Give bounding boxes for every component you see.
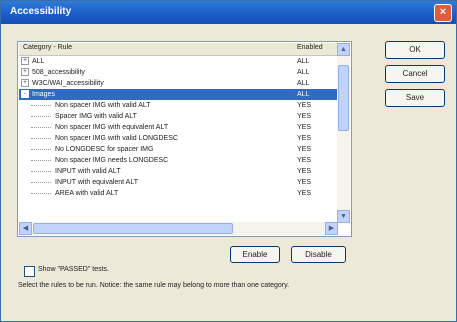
rule-label: AREA with valid ALT (55, 190, 119, 197)
scroll-right-icon[interactable]: ▶ (325, 222, 338, 235)
list-item[interactable]: + W3C/WAI_accessibility ALL (19, 78, 339, 89)
list-item[interactable]: Non spacer IMG with equivalent ALT YES (19, 122, 339, 133)
list-header: Category - Rule Enabled (19, 43, 339, 56)
rule-name: Non spacer IMG with equivalent ALT (19, 122, 168, 133)
rule-name: AREA with valid ALT (19, 188, 118, 199)
column-header-category[interactable]: Category - Rule (23, 44, 72, 51)
list-item[interactable]: - Images ALL (19, 89, 339, 100)
enabled-value: YES (297, 168, 312, 175)
tree-connector (31, 137, 51, 139)
title-bar[interactable]: Accessibility × (1, 1, 456, 24)
rule-name: Non spacer IMG with valid ALT (19, 100, 151, 111)
list-item[interactable]: Non spacer IMG needs LONGDESC YES (19, 155, 339, 166)
vertical-scroll-thumb[interactable] (338, 65, 349, 131)
disable-button[interactable]: Disable (291, 246, 346, 263)
rule-label: INPUT with equivalent ALT (55, 179, 139, 186)
list-item[interactable]: Non spacer IMG with valid LONGDESC YES (19, 133, 339, 144)
rule-name: INPUT with valid ALT (19, 166, 121, 177)
column-header-enabled[interactable]: Enabled (297, 44, 323, 51)
rule-label: Non spacer IMG needs LONGDESC (55, 157, 169, 164)
list-item[interactable]: Spacer IMG with valid ALT YES (19, 111, 339, 122)
tree-connector (31, 192, 51, 194)
tree-connector (31, 115, 51, 117)
rule-name: Non spacer IMG with valid LONGDESC (19, 133, 178, 144)
list-rows: + ALL ALL +508_accessibility ALL + W3C/WAI_acc… (19, 56, 339, 199)
rule-name: INPUT with equivalent ALT (19, 177, 138, 188)
show-passed-label: Show "PASSED" tests. (38, 266, 109, 273)
rule-name: No LONGDESC for spacer IMG (19, 144, 153, 155)
enabled-value: ALL (297, 58, 310, 65)
enabled-value: YES (297, 146, 312, 153)
expand-icon[interactable]: + (21, 79, 29, 88)
instructions-text: Select the rules to be run. Notice: the … (18, 282, 290, 289)
horizontal-scroll-thumb[interactable] (33, 223, 233, 234)
list-item[interactable]: AREA with valid ALT YES (19, 188, 339, 199)
rule-label: INPUT with valid ALT (55, 168, 121, 175)
rule-label: Non spacer IMG with valid ALT (55, 102, 151, 109)
enabled-value: YES (297, 124, 312, 131)
enabled-value: YES (297, 135, 312, 142)
cancel-button[interactable]: Cancel (385, 65, 445, 83)
rule-name: + W3C/WAI_accessibility (19, 78, 104, 89)
tree-connector (31, 159, 51, 161)
scroll-up-icon[interactable]: ▲ (337, 43, 350, 56)
vertical-scrollbar[interactable]: ▲ ▼ (337, 43, 350, 223)
list-item[interactable]: Non spacer IMG with valid ALT YES (19, 100, 339, 111)
list-item[interactable]: No LONGDESC for spacer IMG YES (19, 144, 339, 155)
list-item[interactable]: INPUT with equivalent ALT YES (19, 177, 339, 188)
ok-button[interactable]: OK (385, 41, 445, 59)
enabled-value: YES (297, 179, 312, 186)
enabled-value: YES (297, 102, 312, 109)
close-icon[interactable]: × (434, 4, 452, 22)
horizontal-scrollbar[interactable]: ◀ ▶ (19, 222, 338, 235)
enable-button[interactable]: Enable (230, 246, 280, 263)
list-item[interactable]: INPUT with valid ALT YES (19, 166, 339, 177)
tree-connector (31, 181, 51, 183)
rule-label: No LONGDESC for spacer IMG (55, 146, 154, 153)
rule-label: Non spacer IMG with valid LONGDESC (55, 135, 178, 142)
scroll-down-icon[interactable]: ▼ (337, 210, 350, 223)
enabled-value: YES (297, 190, 312, 197)
rule-label: Images (32, 91, 55, 98)
rule-name: +508_accessibility (19, 67, 85, 78)
enabled-value: YES (297, 157, 312, 164)
tree-connector (31, 148, 51, 150)
tree-connector (31, 104, 51, 106)
expand-icon[interactable]: + (21, 57, 29, 66)
enabled-value: ALL (297, 91, 310, 98)
rule-name: + ALL (19, 56, 44, 67)
rule-label: Non spacer IMG with equivalent ALT (55, 124, 169, 131)
list-item[interactable]: +508_accessibility ALL (19, 67, 339, 78)
enabled-value: ALL (297, 80, 310, 87)
scroll-left-icon[interactable]: ◀ (19, 222, 32, 235)
enabled-value: YES (297, 113, 312, 120)
show-passed-checkbox[interactable] (24, 266, 35, 277)
rule-label: Spacer IMG with valid ALT (55, 113, 137, 120)
enabled-value: ALL (297, 69, 310, 76)
rules-list[interactable]: Category - Rule Enabled + ALL ALL +508_acce… (17, 41, 352, 237)
dialog-title: Accessibility (10, 6, 72, 17)
rule-name: Non spacer IMG needs LONGDESC (19, 155, 168, 166)
rule-label: W3C/WAI_accessibility (32, 80, 104, 87)
save-button[interactable]: Save (385, 89, 445, 107)
tree-connector (31, 170, 51, 172)
rule-label: ALL (32, 58, 45, 65)
rule-label: 508_accessibility (32, 69, 85, 76)
expand-icon[interactable]: + (21, 68, 29, 77)
rule-name: - Images (19, 89, 55, 100)
tree-connector (31, 126, 51, 128)
rule-name: Spacer IMG with valid ALT (19, 111, 137, 122)
collapse-icon[interactable]: - (21, 90, 29, 99)
list-item[interactable]: + ALL ALL (19, 56, 339, 67)
accessibility-dialog: Accessibility × Category - Rule Enabled … (0, 0, 457, 322)
